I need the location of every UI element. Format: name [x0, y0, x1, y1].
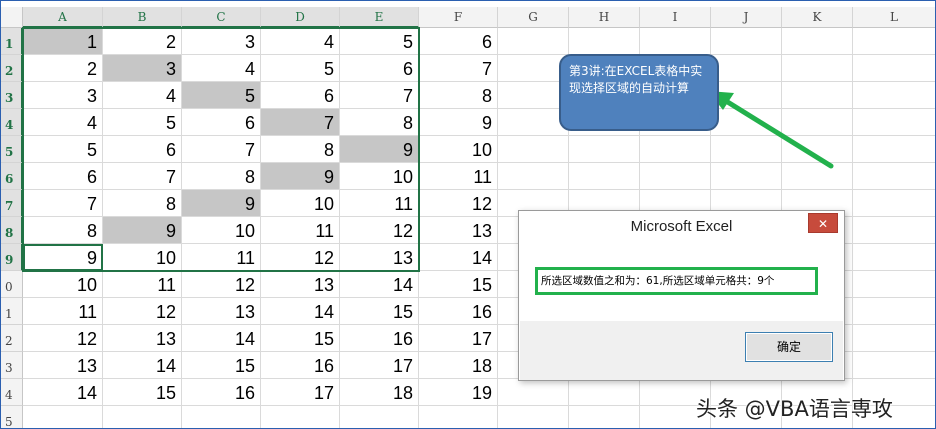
ok-button[interactable]: 确定 [745, 332, 833, 362]
dialog-title: Microsoft Excel [630, 218, 733, 235]
callout-shape[interactable]: 第3讲:在EXCEL表格中实现选择区域的自动计算 [559, 54, 719, 131]
watermark-text: 头条 @VBA语言専攻 [696, 397, 893, 421]
message-highlight-box: 所选区域数值之和为：61,所选区域单元格共：9个 [535, 267, 818, 295]
message-box-dialog: Microsoft Excel ✕ 所选区域数值之和为：61,所选区域单元格共：… [518, 210, 845, 381]
spreadsheet: ABCDEFGHIJKL 123456789012345 12345623456… [0, 0, 936, 429]
callout-text: 第3讲:在EXCEL表格中实现选择区域的自动计算 [569, 64, 703, 95]
dialog-message: 所选区域数值之和为：61,所选区域单元格共：9个 [541, 275, 775, 287]
close-icon: ✕ [817, 217, 829, 231]
close-button[interactable]: ✕ [808, 213, 838, 233]
dialog-footer: 确定 [520, 321, 843, 380]
dialog-body: 所选区域数值之和为：61,所选区域单元格共：9个 [520, 241, 843, 321]
